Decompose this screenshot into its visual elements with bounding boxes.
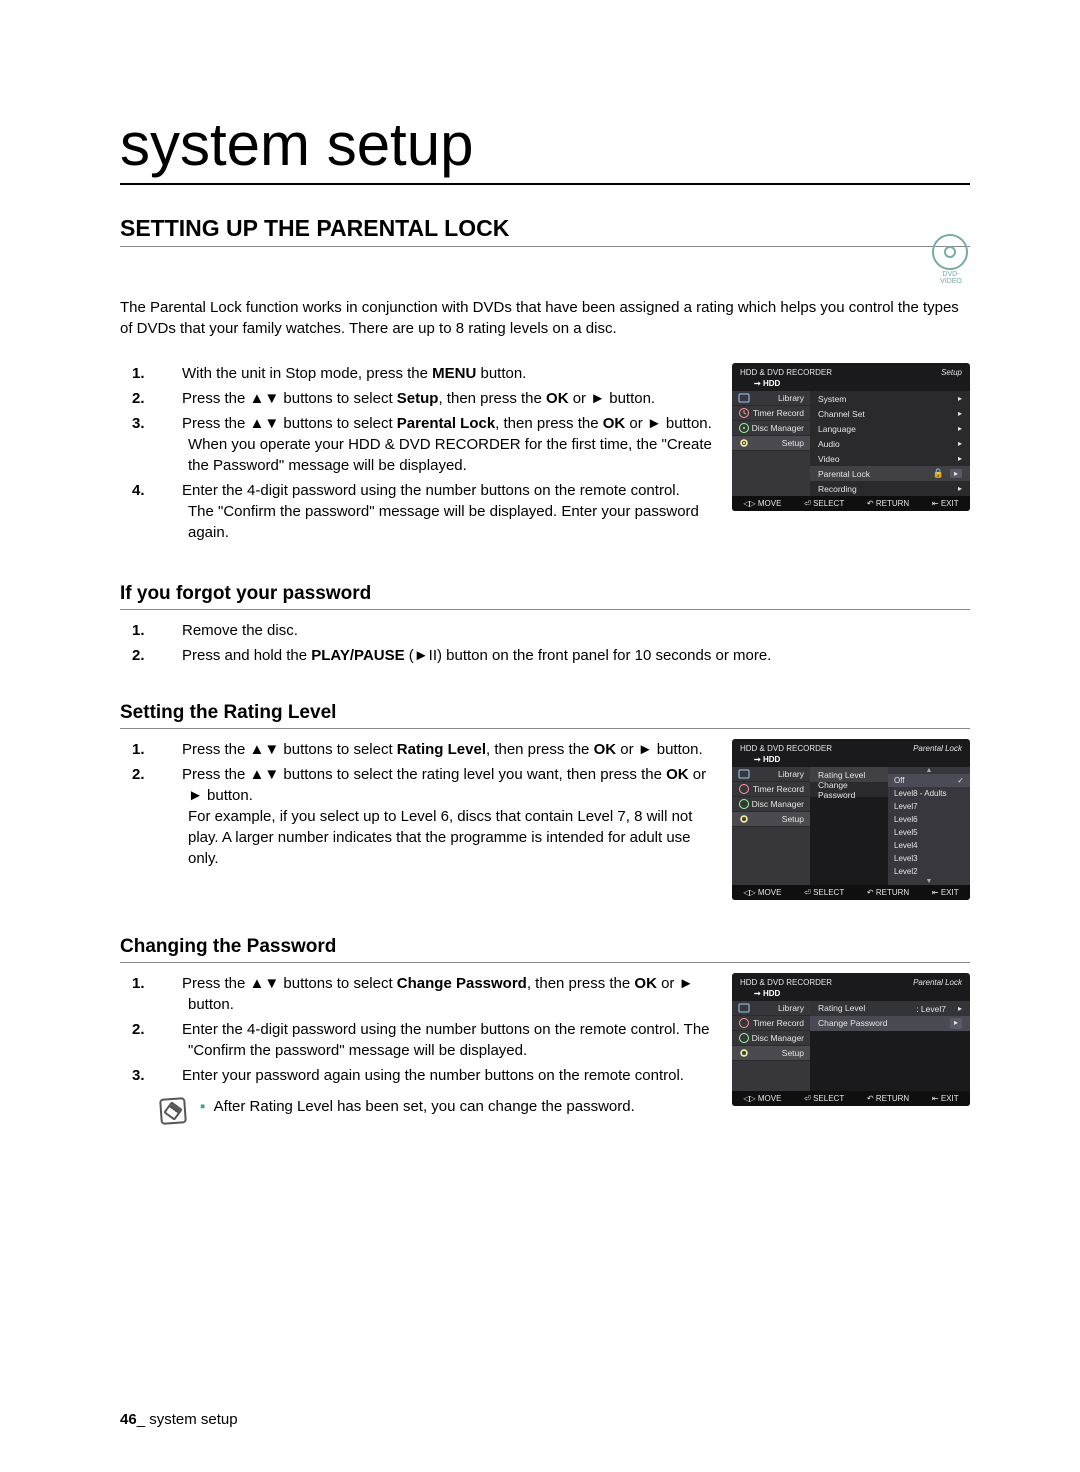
- change-heading: Changing the Password: [120, 936, 970, 963]
- lock-icon: 🔒: [933, 468, 944, 479]
- disc-icon: [738, 422, 750, 434]
- page-footer: 46_ system setup: [120, 1411, 238, 1428]
- main-steps-list: 1.With the unit in Stop mode, press the …: [160, 363, 712, 543]
- forgot-steps: 1.Remove the disc. 2.Press and hold the …: [160, 620, 970, 666]
- section-heading: SETTING UP THE PARENTAL LOCK: [120, 215, 970, 247]
- check-icon: ✓: [957, 776, 964, 785]
- chevron-right-icon: ▸: [958, 394, 962, 403]
- intro-paragraph: The Parental Lock function works in conj…: [120, 297, 970, 339]
- osd-change-password: HDD & DVD RECORDERParental Lock ➞ HDD Li…: [732, 973, 970, 1106]
- tv-icon: [738, 392, 750, 404]
- osd-rating-level: HDD & DVD RECORDERParental Lock ➞ HDD Li…: [732, 739, 970, 900]
- dvd-video-badge: DVD-VIDEO: [932, 234, 970, 278]
- page-title: system setup: [120, 110, 970, 185]
- change-steps: 1.Press the ▲▼ buttons to select Change …: [160, 973, 712, 1086]
- clock-icon: [738, 407, 750, 419]
- note: ▪ After Rating Level has been set, you c…: [160, 1098, 712, 1124]
- forgot-heading: If you forgot your password: [120, 583, 970, 610]
- osd-setup-menu: HDD & DVD RECORDERSetup ➞ HDD Library Ti…: [732, 363, 970, 511]
- gear-icon: [738, 437, 750, 449]
- rating-steps: 1.Press the ▲▼ buttons to select Rating …: [160, 739, 712, 869]
- note-icon: [159, 1097, 187, 1125]
- rating-heading: Setting the Rating Level: [120, 702, 970, 729]
